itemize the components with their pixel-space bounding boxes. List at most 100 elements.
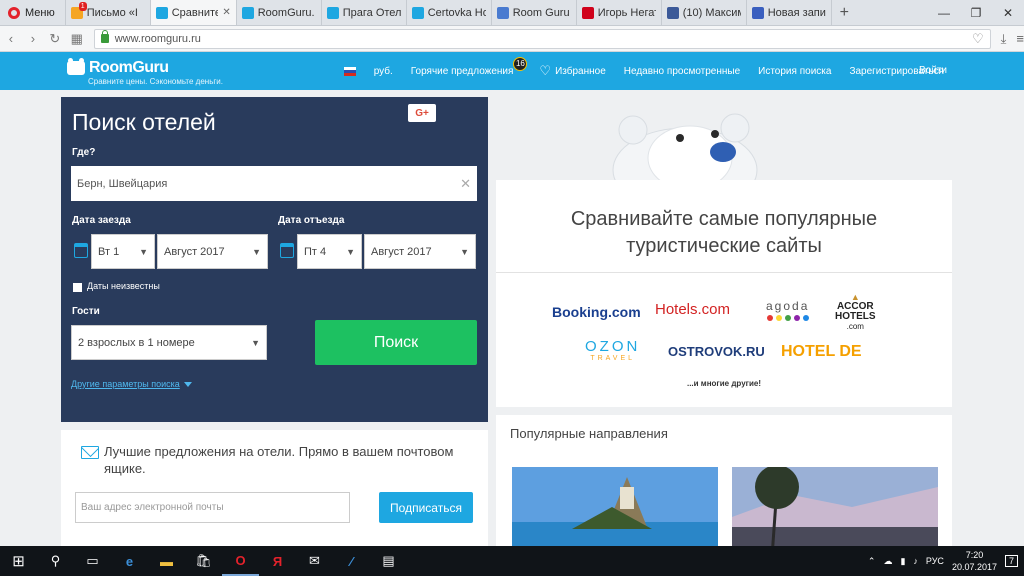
tray-chevron-icon[interactable]: ⌃ bbox=[868, 556, 876, 567]
email-input[interactable]: Ваш адрес электронной почты bbox=[75, 492, 350, 523]
email-promo-text: Лучшие предложения на отели. Прямо в ваш… bbox=[104, 444, 454, 476]
hotels-com-logo: Hotels.com bbox=[655, 301, 731, 318]
ostrovok-logo: OSTROVOK.RU bbox=[668, 344, 765, 359]
browser-tab[interactable]: 1 Письмо «I bbox=[64, 0, 150, 25]
search-icon[interactable]: ⚲ bbox=[37, 546, 74, 576]
favorites-link[interactable]: ♡ Избранное bbox=[539, 63, 605, 79]
browser-tab[interactable]: Игорь Негат bbox=[575, 0, 661, 25]
dates-unknown-label[interactable]: Даты неизвестны bbox=[87, 281, 160, 291]
roomguru-icon bbox=[326, 6, 339, 19]
checkout-day-select[interactable]: Пт 4 ▼ bbox=[297, 234, 362, 269]
destination-card-crimea-image[interactable] bbox=[512, 467, 718, 557]
hot-deals-link[interactable]: Горячие предложения 16 bbox=[410, 56, 528, 77]
roomguru-icon bbox=[241, 6, 254, 19]
clear-icon[interactable]: ✕ bbox=[460, 176, 471, 192]
calculator-icon[interactable]: ▤ bbox=[370, 546, 407, 576]
store-icon[interactable]: 🛍 bbox=[185, 546, 222, 576]
destination-input[interactable]: Берн, Швейцария ✕ bbox=[71, 166, 477, 201]
restore-icon[interactable]: ❐ bbox=[960, 0, 992, 25]
new-tab-button[interactable]: + bbox=[830, 0, 857, 25]
search-history-link[interactable]: История поиска bbox=[758, 66, 831, 77]
forward-icon[interactable]: › bbox=[22, 31, 44, 46]
edge-browser-icon[interactable]: e bbox=[111, 546, 148, 576]
browser-tab[interactable]: Новая запи bbox=[745, 0, 831, 25]
roomguru-icon bbox=[411, 6, 424, 19]
browser-menu-button[interactable]: Меню bbox=[0, 0, 65, 25]
windows-start-icon[interactable]: ⊞ bbox=[0, 546, 37, 576]
minimize-icon[interactable]: — bbox=[928, 0, 960, 25]
back-icon[interactable]: ‹ bbox=[0, 31, 22, 46]
guests-value: 2 взрослых в 1 номере bbox=[78, 336, 195, 349]
tab-title: Certovka Ho bbox=[427, 6, 486, 19]
task-view-icon[interactable]: ▭ bbox=[74, 546, 111, 576]
hot-deals-label: Горячие предложения bbox=[410, 65, 514, 77]
network-icon[interactable]: ▮ bbox=[900, 556, 905, 567]
reload-icon[interactable]: ↻ bbox=[44, 31, 66, 47]
roomguru-logo[interactable]: RoomGuru bbox=[67, 58, 169, 77]
destination-card-sochi-image[interactable] bbox=[732, 467, 938, 557]
opera-logo-icon bbox=[8, 6, 20, 19]
keyboard-language[interactable]: РУС bbox=[926, 556, 944, 566]
subscribe-button[interactable]: Подписаться bbox=[379, 492, 473, 523]
currency-link[interactable]: руб. bbox=[374, 66, 393, 77]
site-header: RoomGuru Сравните цены. Сэкономьте деньг… bbox=[0, 52, 1024, 90]
checkin-calendar-icon[interactable] bbox=[74, 243, 88, 258]
download-icon[interactable]: ⤓ bbox=[1001, 31, 1007, 47]
app-icon[interactable]: ⁄ bbox=[333, 546, 370, 576]
tab-title: Новая запи bbox=[767, 6, 826, 19]
compare-title: Сравнивайте самые популярные туристическ… bbox=[496, 206, 952, 260]
many-others-text: ...и многие другие! bbox=[686, 379, 762, 388]
favorites-label: Избранное bbox=[555, 65, 606, 77]
hotel-search-panel: Поиск отелей G+ Где? Берн, Швейцария ✕ Д… bbox=[61, 97, 488, 422]
tab-title: Прага Отел bbox=[342, 6, 401, 19]
browser-tab[interactable]: Сравните о✕ bbox=[149, 0, 236, 25]
system-tray: ⌃ ☁ ▮ ♪ РУС 7:20 20.07.2017 7 bbox=[868, 549, 1024, 573]
chevron-down-icon: ▼ bbox=[346, 246, 355, 257]
recently-viewed-link[interactable]: Недавно просмотренные bbox=[624, 66, 740, 77]
url-input[interactable]: www.roomguru.ru ♡ bbox=[93, 28, 991, 49]
google-plus-button[interactable]: G+ bbox=[408, 104, 436, 122]
checkin-label: Дата заезда bbox=[72, 215, 131, 226]
speed-dial-icon[interactable]: ▦ bbox=[66, 31, 88, 47]
close-tab-icon[interactable]: ✕ bbox=[222, 7, 230, 18]
bookmark-heart-icon[interactable]: ♡ bbox=[972, 31, 984, 47]
login-link[interactable]: Войти bbox=[919, 65, 947, 76]
where-label: Где? bbox=[72, 147, 96, 158]
browser-tab[interactable]: Прага Отел bbox=[320, 0, 406, 25]
close-window-icon[interactable]: ✕ bbox=[992, 0, 1024, 25]
dates-unknown-checkbox[interactable] bbox=[73, 283, 82, 292]
browser-tab[interactable]: (10) Максим bbox=[660, 0, 746, 25]
tab-badge: 1 bbox=[78, 2, 87, 11]
chevron-down-icon: ▼ bbox=[251, 337, 260, 348]
mail-app-icon[interactable]: ✉ bbox=[296, 546, 333, 576]
clock[interactable]: 7:20 20.07.2017 bbox=[952, 549, 997, 573]
checkin-day-select[interactable]: Вт 1 ▼ bbox=[91, 234, 155, 269]
yandex-browser-icon[interactable]: Я bbox=[259, 546, 296, 576]
search-title: Поиск отелей bbox=[72, 109, 216, 135]
easy-setup-icon[interactable]: ≡ bbox=[1016, 31, 1024, 46]
search-button[interactable]: Поиск bbox=[315, 320, 477, 365]
window-controls: — ❐ ✕ bbox=[928, 0, 1024, 25]
guests-select[interactable]: 2 взрослых в 1 номере ▼ bbox=[71, 325, 267, 360]
bird-icon bbox=[751, 6, 764, 19]
browser-tab[interactable]: Room Guru bbox=[490, 0, 576, 25]
checkout-calendar-icon[interactable] bbox=[280, 243, 294, 258]
agoda-text: agoda bbox=[766, 299, 810, 313]
checkin-month-select[interactable]: Август 2017 ▼ bbox=[157, 234, 268, 269]
russia-flag-icon[interactable] bbox=[343, 66, 356, 76]
url-text: www.roomguru.ru bbox=[114, 32, 201, 45]
file-explorer-icon[interactable]: ▬ bbox=[148, 546, 185, 576]
browser-tab[interactable]: RoomGuru. bbox=[235, 0, 321, 25]
accor-line2: HOTELS bbox=[835, 311, 876, 322]
windows-taskbar: ⊞ ⚲ ▭ e ▬ 🛍 O Я ✉ ⁄ ▤ ⌃ ☁ ▮ ♪ РУС 7:20 2… bbox=[0, 546, 1024, 576]
action-center-icon[interactable]: 7 bbox=[1004, 555, 1018, 567]
logo-text: RoomGuru bbox=[89, 59, 169, 76]
checkin-day-value: Вт 1 bbox=[98, 245, 120, 258]
opera-taskbar-icon[interactable]: O bbox=[222, 546, 259, 576]
weather-icon[interactable]: ☁ bbox=[883, 556, 892, 567]
tagline: Сравните цены. Сэкономьте деньги. bbox=[88, 77, 223, 86]
more-search-params-link[interactable]: Другие параметры поиска bbox=[71, 379, 192, 389]
checkout-month-select[interactable]: Август 2017 ▼ bbox=[364, 234, 476, 269]
volume-icon[interactable]: ♪ bbox=[913, 556, 918, 566]
browser-tab[interactable]: Certovka Ho bbox=[405, 0, 491, 25]
